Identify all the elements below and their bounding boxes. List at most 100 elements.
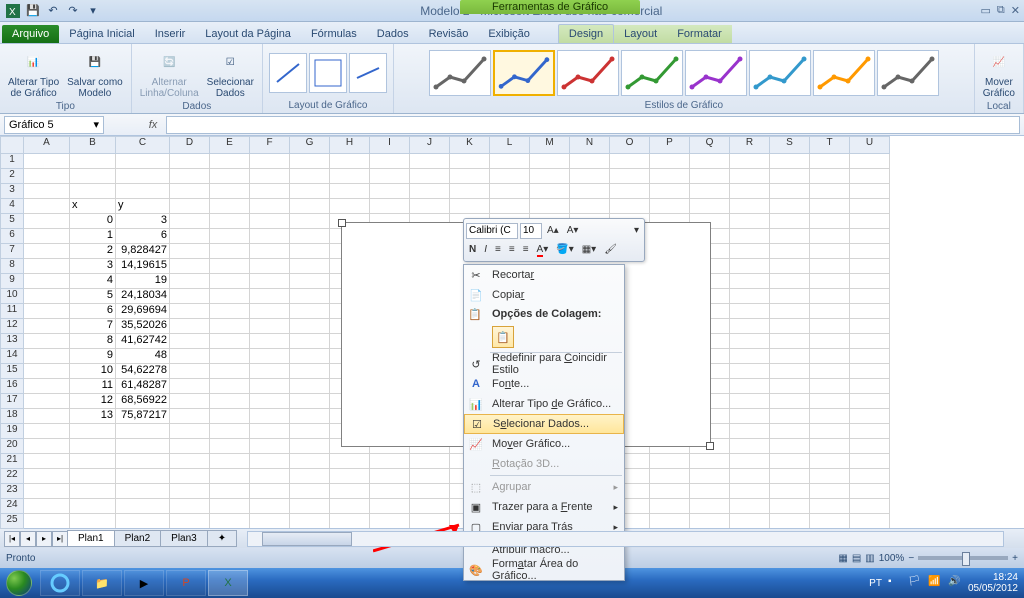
column-header[interactable]: C <box>116 136 170 154</box>
paste-option-1[interactable]: 📋 <box>492 326 514 348</box>
row-header[interactable]: 12 <box>0 319 24 334</box>
column-header[interactable]: O <box>610 136 650 154</box>
tab-view[interactable]: Exibição <box>478 25 540 43</box>
sheet-nav-last[interactable]: ▸| <box>52 531 68 547</box>
taskbar-excel[interactable]: X <box>208 570 248 596</box>
row-header[interactable]: 20 <box>0 439 24 454</box>
column-header[interactable]: M <box>530 136 570 154</box>
column-header[interactable]: R <box>730 136 770 154</box>
view-normal-icon[interactable]: ▦ <box>838 553 847 564</box>
row-header[interactable]: 16 <box>0 379 24 394</box>
chart-style-6[interactable] <box>749 50 811 96</box>
tray-icon-1[interactable]: ▪ <box>888 576 902 590</box>
column-header[interactable]: B <box>70 136 116 154</box>
tab-review[interactable]: Revisão <box>419 25 479 43</box>
row-header[interactable]: 18 <box>0 409 24 424</box>
chart-style-3[interactable] <box>557 50 619 96</box>
grow-font-icon[interactable]: A▴ <box>544 224 562 237</box>
italic-icon[interactable]: I <box>481 243 490 256</box>
column-header[interactable]: F <box>250 136 290 154</box>
tab-layout[interactable]: Layout <box>614 25 667 43</box>
row-header[interactable]: 11 <box>0 304 24 319</box>
row-header[interactable]: 8 <box>0 259 24 274</box>
column-header[interactable]: A <box>24 136 70 154</box>
tray-volume-icon[interactable]: 🔊 <box>948 576 962 590</box>
fill-color-icon[interactable]: 🪣▾ <box>553 243 576 256</box>
tab-home[interactable]: Página Inicial <box>59 25 144 43</box>
row-header[interactable]: 1 <box>0 154 24 169</box>
horizontal-scrollbar[interactable] <box>247 531 1004 547</box>
ctx-cut[interactable]: ✂Recortar <box>464 265 624 285</box>
zoom-slider[interactable] <box>918 556 1008 560</box>
fx-icon[interactable]: fx <box>144 119 162 131</box>
sheet-nav-next[interactable]: ▸ <box>36 531 52 547</box>
chart-layout-2[interactable] <box>309 53 347 93</box>
font-selector[interactable]: Calibri (C <box>466 223 518 239</box>
qat-dropdown-icon[interactable]: ▾ <box>84 2 102 20</box>
tray-network-icon[interactable]: 📶 <box>928 576 942 590</box>
row-header[interactable]: 6 <box>0 229 24 244</box>
align-left-icon[interactable]: ≡ <box>492 243 504 256</box>
ctx-change-chart-type[interactable]: 📊Alterar Tipo de Gráfico... <box>464 394 624 414</box>
column-header[interactable]: I <box>370 136 410 154</box>
mini-dropdown-icon[interactable]: ▾ <box>631 224 642 237</box>
border-icon[interactable]: ▦▾ <box>579 243 599 256</box>
formula-bar[interactable] <box>166 116 1020 134</box>
sheet-tab-new[interactable]: ✦ <box>207 530 237 547</box>
row-header[interactable]: 4 <box>0 199 24 214</box>
ctx-move-chart[interactable]: 📈Mover Gráfico... <box>464 434 624 454</box>
chart-style-1[interactable] <box>429 50 491 96</box>
sheet-tab-plan3[interactable]: Plan3 <box>160 530 208 547</box>
row-header[interactable]: 9 <box>0 274 24 289</box>
chart-style-7[interactable] <box>813 50 875 96</box>
tab-design[interactable]: Design <box>558 24 614 43</box>
taskbar-ie[interactable] <box>40 570 80 596</box>
row-header[interactable]: 23 <box>0 484 24 499</box>
lang-indicator[interactable]: PT <box>869 578 882 589</box>
tray-flag-icon[interactable]: 🏳 <box>908 576 922 590</box>
row-header[interactable]: 21 <box>0 454 24 469</box>
move-chart-button[interactable]: 📈Mover Gráfico <box>981 46 1017 101</box>
taskbar-media[interactable]: ▶ <box>124 570 164 596</box>
column-header[interactable]: G <box>290 136 330 154</box>
taskbar-powerpoint[interactable]: P <box>166 570 206 596</box>
zoom-in-button[interactable]: + <box>1012 553 1018 564</box>
column-header[interactable]: J <box>410 136 450 154</box>
row-header[interactable]: 7 <box>0 244 24 259</box>
align-right-icon[interactable]: ≡ <box>520 243 532 256</box>
column-header[interactable]: P <box>650 136 690 154</box>
column-header[interactable]: S <box>770 136 810 154</box>
ctx-format-chart-area[interactable]: 🎨Formatar Área do Gráfico... <box>464 560 624 580</box>
tab-page-layout[interactable]: Layout da Página <box>195 25 301 43</box>
row-header[interactable]: 10 <box>0 289 24 304</box>
row-header[interactable]: 13 <box>0 334 24 349</box>
ctx-copy[interactable]: 📄Copiar <box>464 285 624 305</box>
chart-layout-1[interactable] <box>269 53 307 93</box>
row-header[interactable]: 2 <box>0 169 24 184</box>
tab-insert[interactable]: Inserir <box>145 25 196 43</box>
column-header[interactable]: E <box>210 136 250 154</box>
chart-style-8[interactable] <box>877 50 939 96</box>
row-header[interactable]: 22 <box>0 469 24 484</box>
zoom-out-button[interactable]: − <box>908 553 914 564</box>
undo-icon[interactable]: ↶ <box>44 2 62 20</box>
format-painter-icon[interactable]: 🖌 <box>601 243 620 256</box>
clock[interactable]: 18:24 05/05/2012 <box>968 572 1018 594</box>
align-center-icon[interactable]: ≡ <box>506 243 518 256</box>
column-header[interactable]: K <box>450 136 490 154</box>
row-header[interactable]: 19 <box>0 424 24 439</box>
ctx-reset-style[interactable]: ↺Redefinir para Coincidir Estilo <box>464 354 624 374</box>
select-all-corner[interactable] <box>0 136 24 154</box>
shrink-font-icon[interactable]: A▾ <box>564 224 582 237</box>
view-page-layout-icon[interactable]: ▤ <box>852 553 861 564</box>
column-header[interactable]: L <box>490 136 530 154</box>
taskbar-explorer[interactable]: 📁 <box>82 570 122 596</box>
font-size-selector[interactable]: 10 <box>520 223 542 239</box>
column-header[interactable]: U <box>850 136 890 154</box>
column-header[interactable]: N <box>570 136 610 154</box>
row-header[interactable]: 24 <box>0 499 24 514</box>
sheet-nav-prev[interactable]: ◂ <box>20 531 36 547</box>
sheet-nav-first[interactable]: |◂ <box>4 531 20 547</box>
restore-button[interactable]: ⧉ <box>997 4 1005 17</box>
row-header[interactable]: 15 <box>0 364 24 379</box>
